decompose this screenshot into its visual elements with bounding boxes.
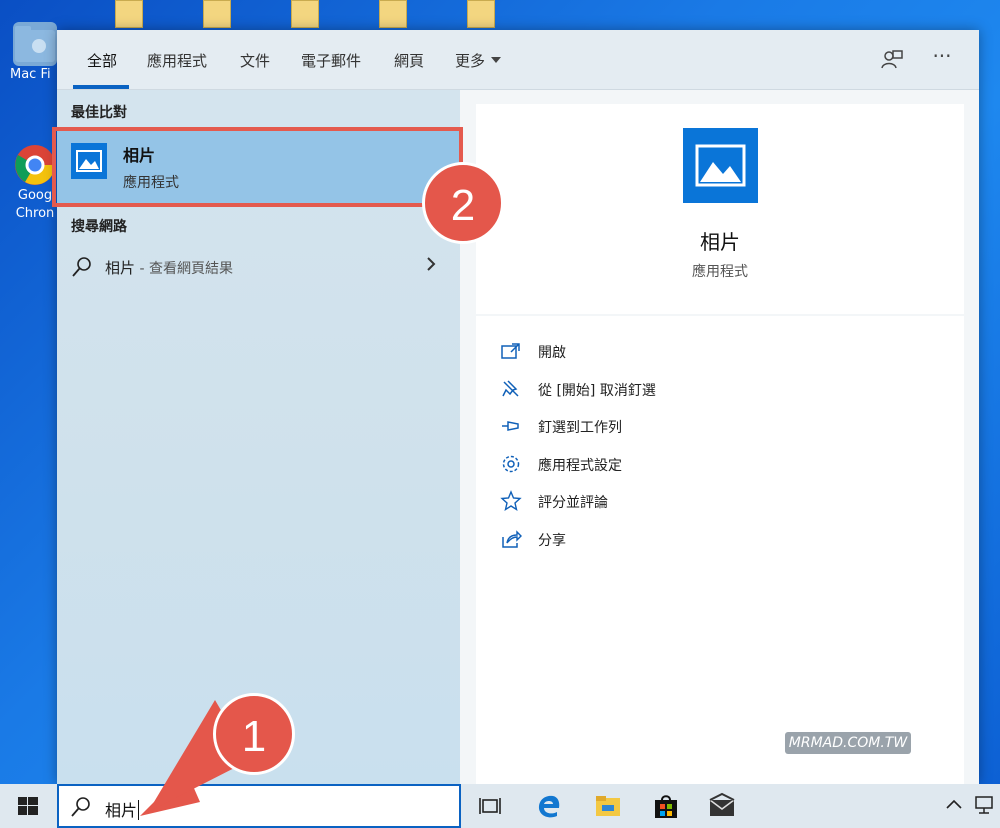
- start-button[interactable]: [0, 784, 56, 828]
- more-options-icon[interactable]: ···: [929, 44, 955, 68]
- star-icon: [500, 490, 522, 512]
- action-label: 評分並評論: [538, 495, 608, 511]
- web-result-row[interactable]: 相片 - 查看網頁結果: [57, 248, 460, 288]
- preview-app-name: 相片: [700, 230, 740, 254]
- file-explorer-icon[interactable]: [594, 792, 622, 820]
- open-icon: [500, 340, 522, 362]
- step-1-callout: 1: [213, 693, 295, 775]
- app-preview-card: 相片 應用程式: [476, 104, 964, 314]
- active-tab-indicator: [73, 85, 129, 89]
- unpin-icon: [500, 378, 522, 400]
- task-view-icon[interactable]: [476, 792, 504, 820]
- folder-icon: [203, 0, 231, 28]
- highlight-frame: [52, 127, 463, 207]
- feedback-icon[interactable]: [879, 48, 905, 72]
- photos-app-icon: [683, 128, 758, 203]
- action-label: 應用程式設定: [538, 458, 622, 474]
- tab-web[interactable]: 網頁: [394, 50, 424, 71]
- search-icon: [71, 255, 93, 279]
- actions-list: 開啟 從 [開始] 取消釘選 釘選到工作列 應用程式設定 評分並評論 分享: [476, 316, 964, 784]
- share-icon: [500, 528, 522, 550]
- web-search-heading: 搜尋網路: [71, 219, 127, 235]
- mail-icon[interactable]: [708, 792, 736, 820]
- tab-all[interactable]: 全部: [87, 50, 117, 71]
- preview-pane: 相片 應用程式 開啟 從 [開始] 取消釘選 釘選到工作列 應用程式設定 評分並…: [460, 90, 979, 784]
- store-icon[interactable]: [652, 792, 680, 820]
- web-result-text: 相片 - 查看網頁結果: [105, 257, 233, 278]
- folder-icon: [379, 0, 407, 28]
- action-label: 釘選到工作列: [538, 420, 622, 436]
- step-2-callout: 2: [422, 162, 504, 244]
- chevron-right-icon[interactable]: [425, 254, 437, 279]
- web-result-suffix: - 查看網頁結果: [135, 261, 233, 277]
- pin-taskbar-icon: [500, 415, 522, 437]
- web-result-query: 相片: [105, 259, 136, 277]
- chevron-up-icon[interactable]: [945, 796, 963, 815]
- folder-icon: [467, 0, 495, 28]
- folder-icon: [13, 22, 57, 66]
- chevron-down-icon: [491, 57, 502, 63]
- desktop-icon-label: Mac Fi: [10, 67, 51, 82]
- search-tabs: 全部 應用程式 文件 電子郵件 網頁 更多 ···: [57, 30, 979, 90]
- tab-more-label: 更多: [455, 52, 486, 70]
- chrome-icon: [13, 143, 57, 187]
- tab-documents[interactable]: 文件: [240, 50, 270, 71]
- text-caret: [138, 800, 140, 820]
- mac-files-shortcut[interactable]: Mac Fi: [10, 22, 60, 84]
- watermark: MRMAD.COM.TW: [785, 732, 911, 754]
- network-icon[interactable]: [974, 794, 996, 820]
- action-label: 開啟: [538, 345, 566, 361]
- search-input[interactable]: 相片: [57, 784, 461, 828]
- windows-icon: [18, 797, 38, 815]
- folder-icon: [291, 0, 319, 28]
- action-label: 從 [開始] 取消釘選: [538, 383, 656, 399]
- preview-app-type: 應用程式: [692, 264, 748, 280]
- taskbar: 相片: [0, 784, 1000, 828]
- action-label: 分享: [538, 533, 566, 549]
- search-icon: [71, 796, 91, 818]
- gear-icon: [500, 453, 522, 475]
- folder-icon: [115, 0, 143, 28]
- search-input-value: 相片: [105, 797, 140, 821]
- tab-email[interactable]: 電子郵件: [301, 50, 361, 71]
- edge-icon[interactable]: [535, 792, 563, 820]
- tab-apps[interactable]: 應用程式: [147, 50, 207, 71]
- search-value-text: 相片: [105, 801, 138, 820]
- best-match-heading: 最佳比對: [71, 105, 127, 121]
- tab-more[interactable]: 更多: [455, 50, 502, 71]
